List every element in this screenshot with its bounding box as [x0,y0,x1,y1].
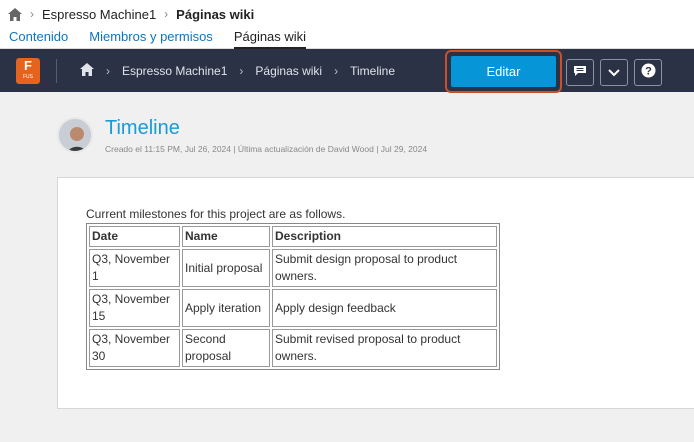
divider [56,59,57,83]
comment-button[interactable] [566,59,594,86]
home-icon[interactable] [80,62,94,79]
help-icon: ? [641,63,656,83]
chevron-right-icon: › [106,63,110,78]
chevron-right-icon: › [334,63,339,78]
table-header-row: Date Name Description [89,226,497,247]
comment-icon [573,64,587,82]
top-breadcrumb: › Espresso Machine1 › Páginas wiki [0,0,694,28]
avatar [57,117,93,153]
milestones-table: Date Name Description Q3, November 1 Ini… [86,223,500,370]
tab-miembros[interactable]: Miembros y permisos [89,28,213,49]
fusion-logo[interactable]: F FUS [16,58,40,84]
chevron-right-icon: › [239,63,244,78]
cell-name: Second proposal [182,329,270,367]
crumb-wiki[interactable]: Páginas wiki [255,64,322,78]
col-header-date: Date [89,226,180,247]
intro-text: Current milestones for this project are … [86,207,346,221]
col-header-description: Description [272,226,497,247]
table-row: Q3, November 1 Initial proposal Submit d… [89,249,497,287]
logo-letter: F [24,58,32,73]
home-icon[interactable] [8,7,22,21]
cell-date: Q3, November 1 [89,249,180,287]
cell-date: Q3, November 15 [89,289,180,327]
tab-paginas-wiki[interactable]: Páginas wiki [233,28,307,49]
cell-date: Q3, November 30 [89,329,180,367]
chevron-right-icon: › [164,7,169,21]
cell-name: Initial proposal [182,249,270,287]
table-row: Q3, November 30 Second proposal Submit r… [89,329,497,367]
more-button[interactable] [600,59,628,86]
chevron-down-icon [608,64,620,82]
tab-bar: Contenido Miembros y permisos Páginas wi… [0,28,694,49]
edit-button[interactable]: Editar [451,56,556,87]
breadcrumb-current: Páginas wiki [176,6,255,22]
app-breadcrumb: › Espresso Machine1 › Páginas wiki › Tim… [80,49,395,92]
page-meta: Creado el 11:15 PM, Jul 26, 2024 | Últim… [105,144,428,154]
tab-contenido[interactable]: Contenido [9,28,68,49]
svg-text:?: ? [645,65,652,77]
edit-highlight: Editar [445,50,562,93]
crumb-project[interactable]: Espresso Machine1 [122,64,227,78]
cell-description: Submit design proposal to product owners… [272,249,497,287]
cell-name: Apply iteration [182,289,270,327]
chevron-right-icon: › [30,7,34,21]
cell-description: Apply design feedback [272,289,497,327]
logo-sub: FUS [23,74,33,80]
page-title: Timeline [105,117,180,139]
breadcrumb-project[interactable]: Espresso Machine1 [42,7,156,22]
cell-description: Submit revised proposal to product owner… [272,329,497,367]
help-button[interactable]: ? [634,59,662,86]
table-row: Q3, November 15 Apply iteration Apply de… [89,289,497,327]
crumb-page: Timeline [350,63,395,78]
col-header-name: Name [182,226,270,247]
